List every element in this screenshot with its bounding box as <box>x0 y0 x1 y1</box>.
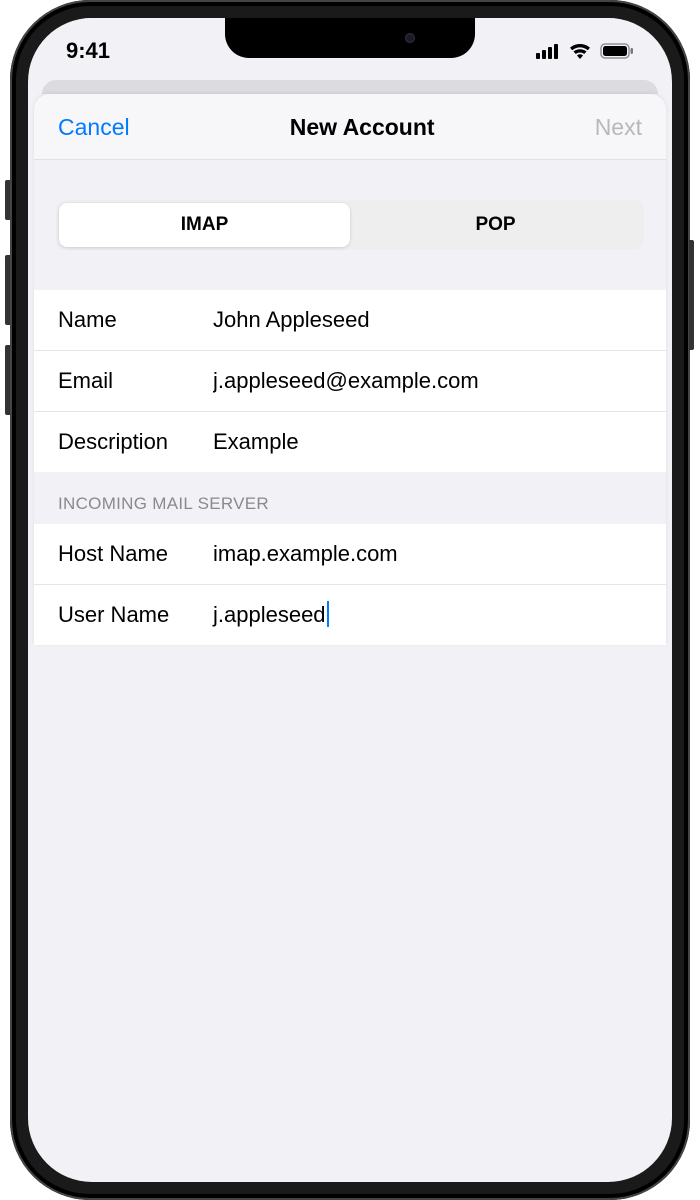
text-cursor-icon <box>327 601 330 627</box>
segment-pop[interactable]: POP <box>350 203 641 247</box>
volume-down-button <box>5 345 10 415</box>
segment-imap[interactable]: IMAP <box>59 203 350 247</box>
cancel-button[interactable]: Cancel <box>58 114 130 141</box>
description-label: Description <box>58 429 213 455</box>
spacer <box>34 160 666 200</box>
background-sheet <box>42 80 658 94</box>
user-name-row[interactable]: User Name j.appleseed <box>34 585 666 645</box>
incoming-server-header: INCOMING MAIL SERVER <box>34 472 666 524</box>
notch <box>225 18 475 58</box>
name-row[interactable]: Name <box>34 290 666 351</box>
phone-screen: 9:41 Cancel New Account Next <box>28 18 672 1182</box>
email-row[interactable]: Email <box>34 351 666 412</box>
silence-switch <box>5 180 10 220</box>
protocol-segmented-control[interactable]: IMAP POP <box>56 200 644 250</box>
cellular-signal-icon <box>536 43 560 59</box>
page-title: New Account <box>290 114 435 141</box>
status-time: 9:41 <box>66 38 110 64</box>
front-camera-icon <box>405 33 415 43</box>
spacer <box>34 250 666 290</box>
modal-sheet: Cancel New Account Next IMAP POP Name Em… <box>34 94 666 645</box>
user-name-label: User Name <box>58 602 213 628</box>
incoming-server-section: Host Name User Name j.appleseed <box>34 524 666 645</box>
battery-icon <box>600 43 634 59</box>
user-name-field[interactable]: j.appleseed <box>213 602 326 628</box>
next-button[interactable]: Next <box>595 114 642 141</box>
description-field[interactable] <box>213 429 642 455</box>
description-row[interactable]: Description <box>34 412 666 472</box>
power-button <box>689 240 694 350</box>
email-field[interactable] <box>213 368 642 394</box>
host-name-label: Host Name <box>58 541 213 567</box>
phone-frame: 9:41 Cancel New Account Next <box>10 0 690 1200</box>
wifi-icon <box>568 42 592 60</box>
nav-bar: Cancel New Account Next <box>34 94 666 160</box>
account-info-section: Name Email Description <box>34 290 666 472</box>
name-field[interactable] <box>213 307 642 333</box>
host-name-row[interactable]: Host Name <box>34 524 666 585</box>
volume-up-button <box>5 255 10 325</box>
name-label: Name <box>58 307 213 333</box>
email-label: Email <box>58 368 213 394</box>
host-name-field[interactable] <box>213 541 642 567</box>
